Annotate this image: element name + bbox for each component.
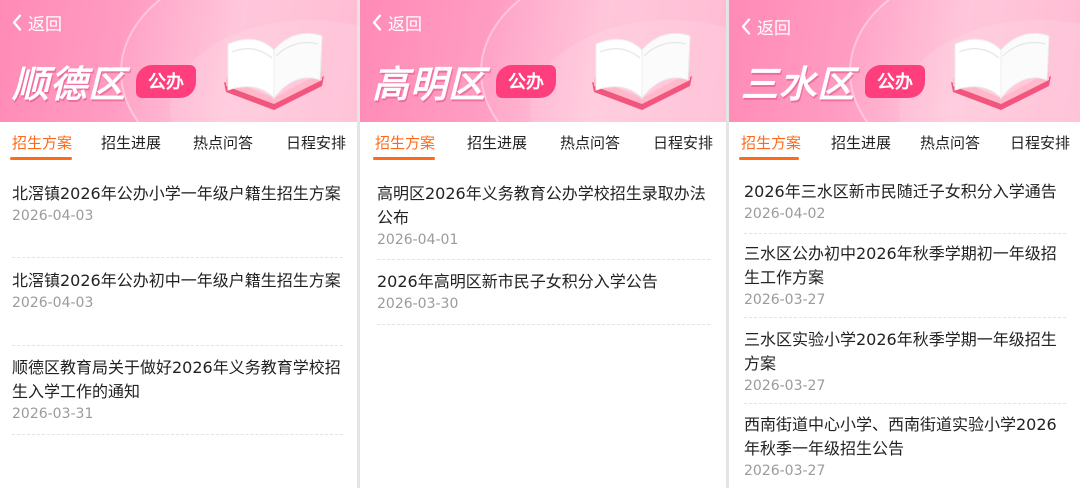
- back-button[interactable]: 返回: [12, 10, 62, 35]
- app-root: 返回 顺德区 公办 招生方案 招生进展 热点问答 日程安排 北滘镇2026年公办…: [0, 0, 1080, 488]
- tab-enrollment-progress[interactable]: 招生进展: [101, 132, 161, 153]
- open-book-icon: [592, 32, 692, 110]
- tab-bar: 招生方案 招生进展 热点问答 日程安排: [0, 122, 357, 162]
- tab-hot-qa[interactable]: 热点问答: [560, 132, 620, 153]
- panel-header: 返回 顺德区 公办: [0, 0, 357, 122]
- tab-bar: 招生方案 招生进展 热点问答 日程安排: [360, 122, 726, 162]
- list-item[interactable]: 三水区公办初中2026年秋季学期初一年级招生工作方案 2026-03-27: [744, 242, 1066, 318]
- article-date: 2026-03-27: [744, 378, 826, 394]
- tab-schedule[interactable]: 日程安排: [653, 132, 713, 153]
- article-title: 顺德区教育局关于做好2026年义务教育学校招生入学工作的通知: [12, 358, 341, 401]
- list-item[interactable]: 三水区实验小学2026年秋季学期一年级招生方案 2026-03-27: [744, 328, 1066, 404]
- tab-enrollment-progress[interactable]: 招生进展: [467, 132, 527, 153]
- back-button[interactable]: 返回: [741, 14, 791, 39]
- district-panel-gaoming: 返回 高明区 公办 招生方案 招生进展 热点问答 日程安排 高明区2026年义务…: [360, 0, 726, 488]
- article-date: 2026-04-02: [744, 206, 826, 222]
- public-badge: 公办: [136, 64, 196, 98]
- back-label: 返回: [28, 15, 62, 35]
- active-tab-indicator: [373, 157, 435, 160]
- article-title: 北滘镇2026年公办初中一年级户籍生招生方案: [12, 271, 341, 290]
- article-date: 2026-04-03: [12, 208, 94, 224]
- list-item[interactable]: 顺德区教育局关于做好2026年义务教育学校招生入学工作的通知 2026-03-3…: [12, 356, 343, 435]
- article-title: 2026年三水区新市民随迁子女积分入学通告: [744, 182, 1057, 201]
- back-label: 返回: [388, 15, 422, 35]
- page-title: 三水区 公办: [741, 54, 925, 108]
- article-date: 2026-03-31: [12, 406, 94, 422]
- tab-bar: 招生方案 招生进展 热点问答 日程安排: [729, 122, 1080, 162]
- article-date: 2026-03-30: [377, 296, 459, 312]
- article-date: 2026-04-01: [377, 232, 459, 248]
- list-item[interactable]: 北滘镇2026年公办小学一年级户籍生招生方案 2026-04-03: [12, 182, 343, 258]
- panel-header: 返回 三水区 公办: [729, 0, 1080, 122]
- chevron-left-icon: [372, 14, 382, 31]
- article-title: 高明区2026年义务教育公办学校招生录取办法公布: [377, 184, 706, 227]
- tab-enrollment-plan[interactable]: 招生方案: [375, 132, 435, 153]
- article-title: 三水区实验小学2026年秋季学期一年级招生方案: [744, 330, 1057, 373]
- list-item[interactable]: 2026年三水区新市民随迁子女积分入学通告 2026-04-02: [744, 180, 1066, 234]
- article-date: 2026-04-03: [12, 295, 94, 311]
- tab-schedule[interactable]: 日程安排: [1010, 132, 1070, 153]
- article-title: 2026年高明区新市民子女积分入学公告: [377, 272, 658, 291]
- list-item[interactable]: 高明区2026年义务教育公办学校招生录取办法公布 2026-04-01: [377, 182, 710, 260]
- active-tab-indicator: [739, 157, 799, 160]
- district-panel-shunde: 返回 顺德区 公办 招生方案 招生进展 热点问答 日程安排 北滘镇2026年公办…: [0, 0, 357, 488]
- tab-hot-qa[interactable]: 热点问答: [193, 132, 253, 153]
- page-title: 高明区 公办: [372, 54, 556, 108]
- back-label: 返回: [757, 19, 791, 39]
- article-title: 三水区公办初中2026年秋季学期初一年级招生工作方案: [744, 244, 1057, 287]
- list-item[interactable]: 2026年高明区新市民子女积分入学公告 2026-03-30: [377, 270, 710, 325]
- open-book-icon: [951, 32, 1051, 110]
- open-book-icon: [224, 32, 324, 110]
- page-title: 顺德区 公办: [12, 54, 196, 108]
- tab-enrollment-plan[interactable]: 招生方案: [12, 132, 72, 153]
- chevron-left-icon: [741, 18, 751, 35]
- tab-hot-qa[interactable]: 热点问答: [920, 132, 980, 153]
- active-tab-indicator: [10, 157, 72, 160]
- tab-enrollment-progress[interactable]: 招生进展: [831, 132, 891, 153]
- tab-enrollment-plan[interactable]: 招生方案: [741, 132, 801, 153]
- district-name: 三水区: [741, 63, 855, 106]
- article-title: 西南街道中心小学、西南街道实验小学2026年秋季一年级招生公告: [744, 415, 1057, 458]
- district-name: 顺德区: [12, 63, 126, 106]
- article-title: 北滘镇2026年公办小学一年级户籍生招生方案: [12, 184, 341, 203]
- tab-schedule[interactable]: 日程安排: [286, 132, 346, 153]
- district-name: 高明区: [372, 63, 486, 106]
- article-date: 2026-03-27: [744, 292, 826, 308]
- public-badge: 公办: [865, 64, 925, 98]
- list-item[interactable]: 北滘镇2026年公办初中一年级户籍生招生方案 2026-04-03: [12, 269, 343, 346]
- panel-header: 返回 高明区 公办: [360, 0, 726, 122]
- list-item[interactable]: 西南街道中心小学、西南街道实验小学2026年秋季一年级招生公告 2026-03-…: [744, 413, 1066, 488]
- article-date: 2026-03-27: [744, 463, 826, 479]
- district-panel-sanshui: 返回 三水区 公办 招生方案 招生进展 热点问答 日程安排 2026年三水区新市…: [729, 0, 1080, 488]
- back-button[interactable]: 返回: [372, 10, 422, 35]
- public-badge: 公办: [496, 64, 556, 98]
- chevron-left-icon: [12, 14, 22, 31]
